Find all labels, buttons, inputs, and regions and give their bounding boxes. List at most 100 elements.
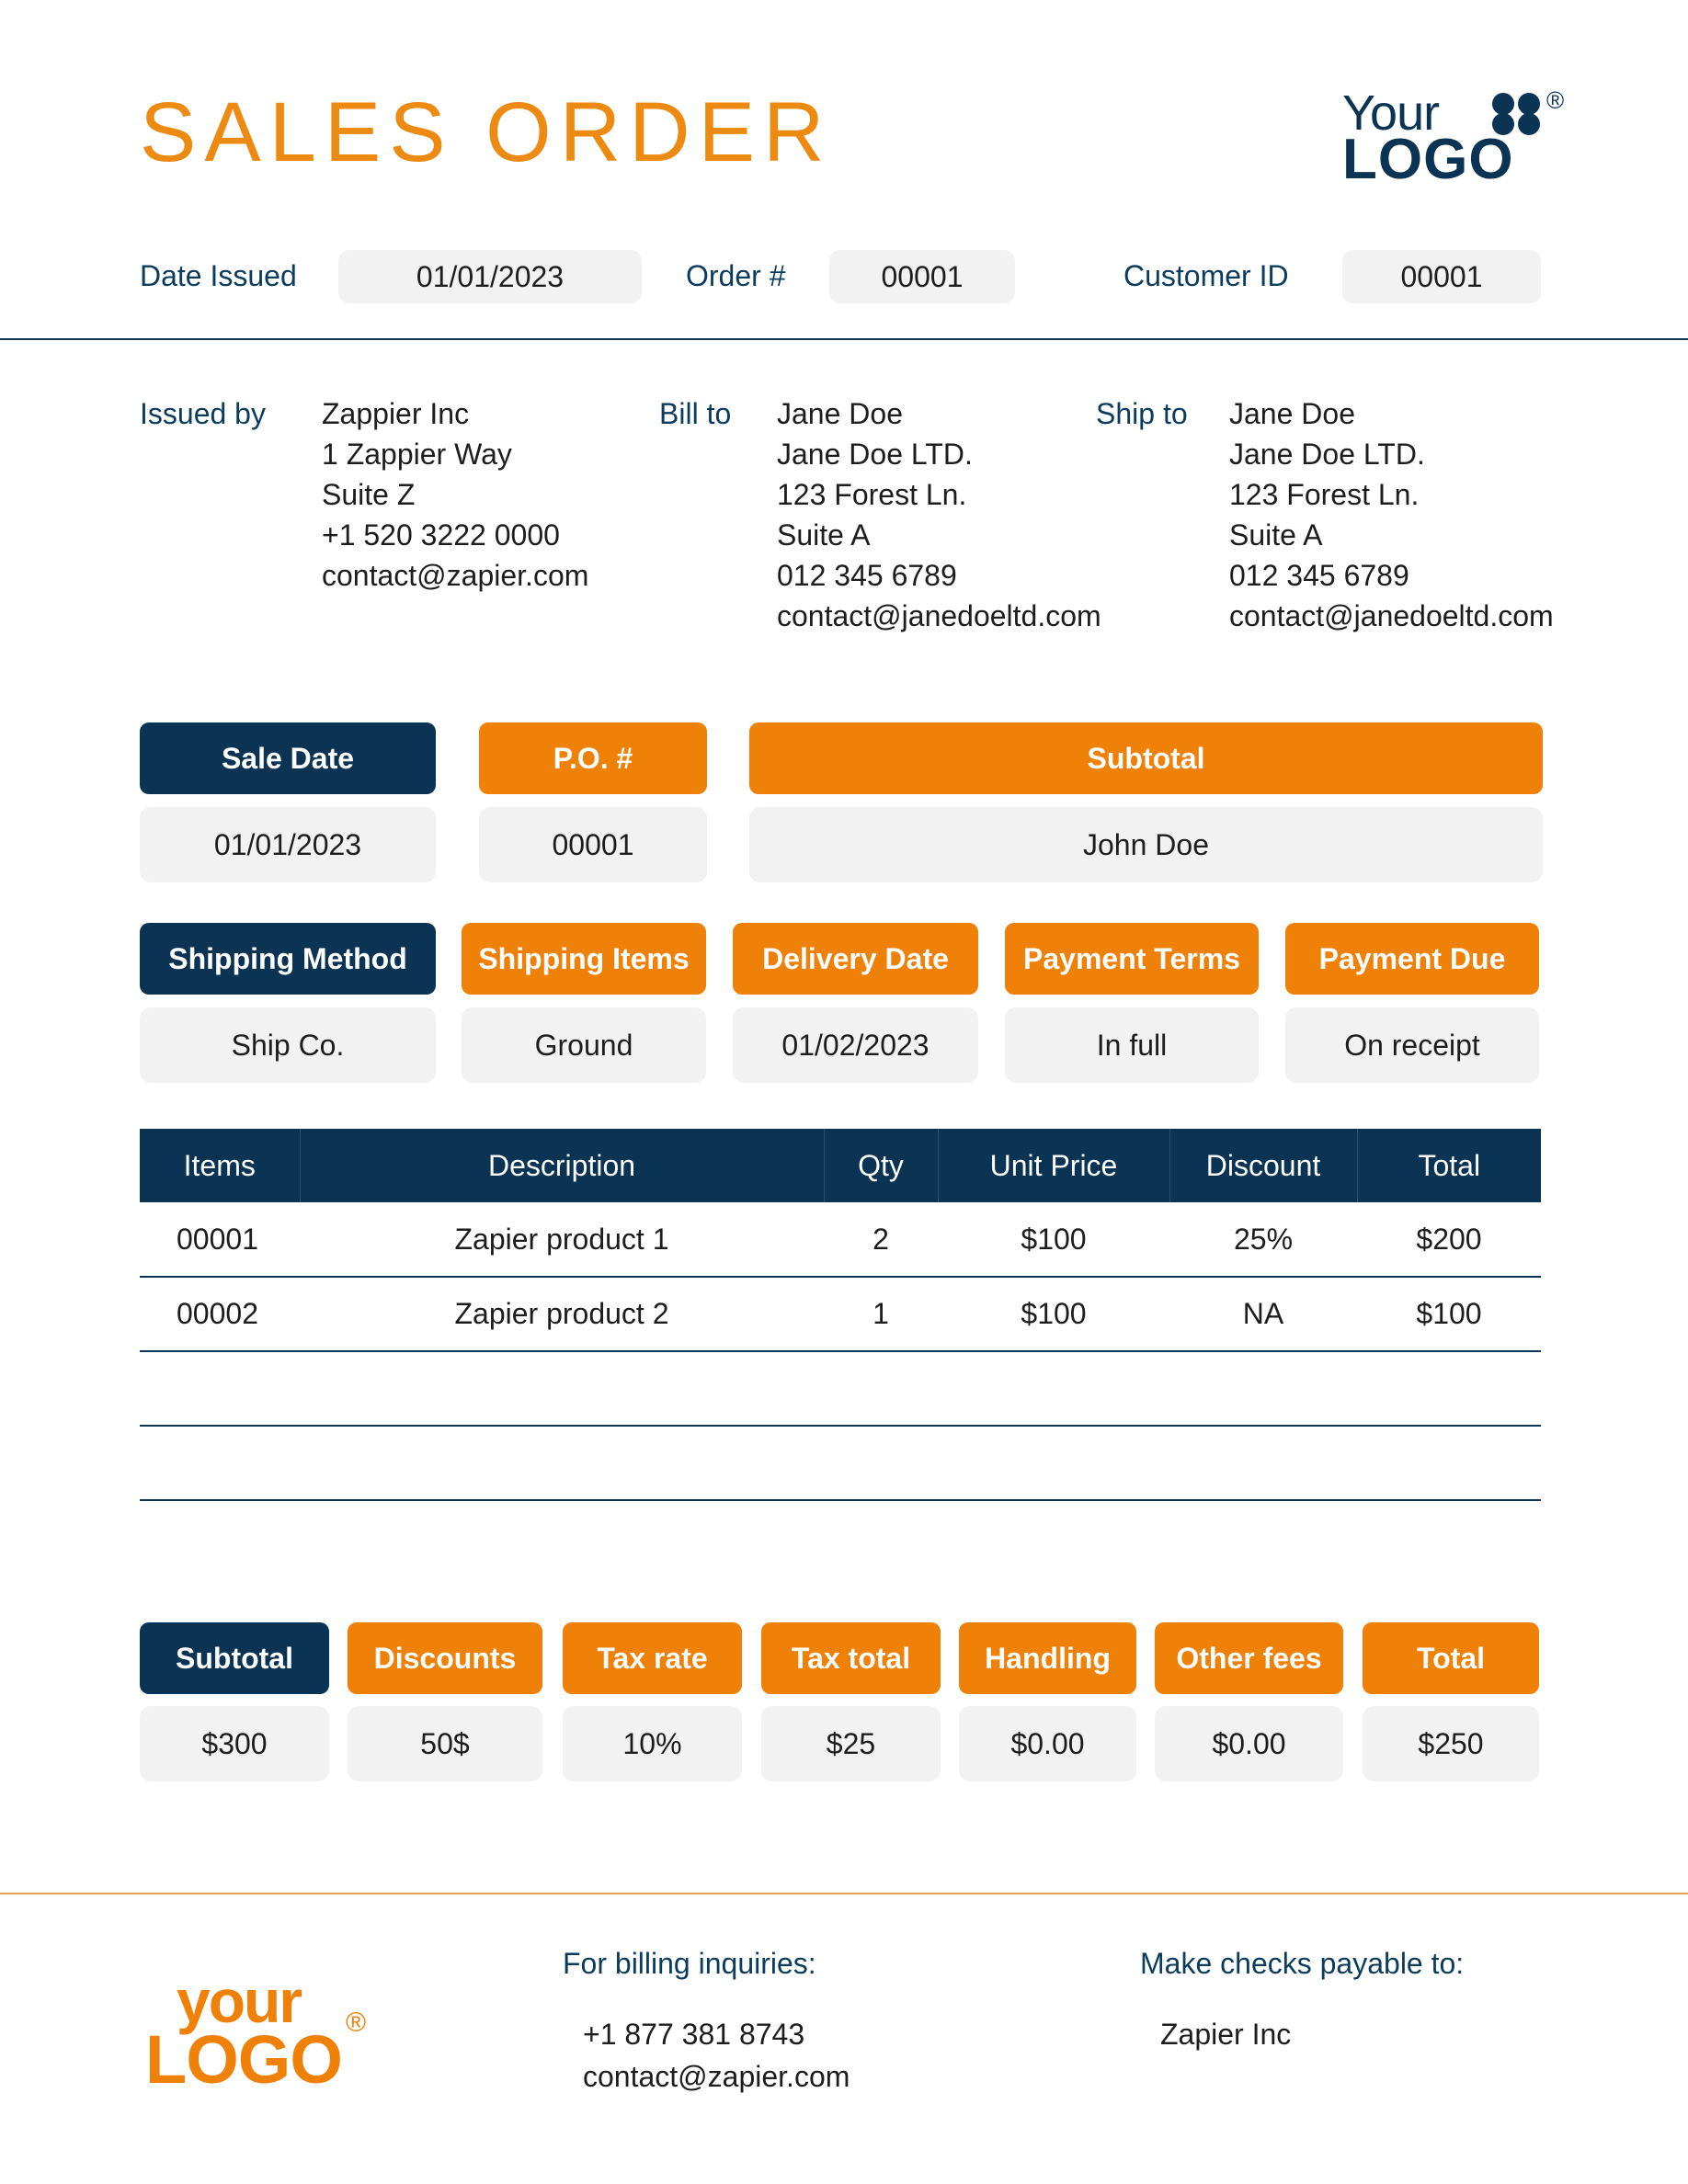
delivery-date-field[interactable]: 01/02/2023 xyxy=(733,1007,978,1083)
handling-header: Handling xyxy=(959,1622,1136,1694)
customer-id-label: Customer ID xyxy=(1123,258,1289,292)
logo-reg-mark: ® xyxy=(1546,86,1565,114)
cell-description: Zapier product 1 xyxy=(300,1202,824,1278)
customer-id-field[interactable]: 00001 xyxy=(1342,250,1541,303)
address-line: 123 Forest Ln. xyxy=(1229,478,1420,511)
payment-terms-header: Payment Terms xyxy=(1005,923,1259,995)
cell-discount xyxy=(1169,1426,1357,1501)
cell-unit-price: $100 xyxy=(938,1277,1169,1352)
cell-item: 00001 xyxy=(140,1202,300,1278)
address-line: Jane Doe xyxy=(777,397,903,430)
cell-total xyxy=(1357,1351,1541,1427)
cell-total: $100 xyxy=(1357,1277,1541,1352)
address-line: contact@zapier.com xyxy=(322,559,589,592)
address-line: Suite Z xyxy=(322,478,416,511)
header-divider xyxy=(0,338,1688,340)
payment-due-field[interactable]: On receipt xyxy=(1285,1007,1539,1083)
bill-to-address: Jane Doe Jane Doe LTD. 123 Forest Ln. Su… xyxy=(777,393,1101,636)
address-line: 1 Zappier Way xyxy=(322,438,512,471)
cell-discount: 25% xyxy=(1169,1202,1357,1278)
handling-field[interactable]: $0.00 xyxy=(959,1706,1136,1781)
table-row: 00001 Zapier product 1 2 $100 25% $200 xyxy=(140,1202,1541,1278)
address-line: 012 345 6789 xyxy=(777,559,957,592)
cell-qty xyxy=(824,1426,938,1501)
shipping-items-header: Shipping Items xyxy=(462,923,706,995)
cell-total xyxy=(1357,1426,1541,1501)
issued-by-label: Issued by xyxy=(140,396,266,430)
other-fees-field[interactable]: $0.00 xyxy=(1155,1706,1343,1781)
other-fees-header: Other fees xyxy=(1155,1622,1343,1694)
shipping-method-field[interactable]: Ship Co. xyxy=(140,1007,436,1083)
address-line: Jane Doe LTD. xyxy=(1229,438,1425,471)
column-header-qty: Qty xyxy=(823,1129,938,1202)
company-logo: Your ® LOGO xyxy=(1342,85,1572,191)
address-line: contact@janedoeltd.com xyxy=(777,599,1101,632)
cell-item xyxy=(140,1426,300,1501)
cell-discount: NA xyxy=(1169,1277,1357,1352)
footer-logo-text-bottom: LOGO xyxy=(145,2021,343,2098)
line-items-table: Items Description Qty Unit Price Discoun… xyxy=(140,1129,1541,1501)
subtotal-field[interactable]: John Doe xyxy=(749,807,1543,882)
po-number-field[interactable]: 00001 xyxy=(479,807,707,882)
ship-to-address: Jane Doe Jane Doe LTD. 123 Forest Ln. Su… xyxy=(1229,393,1554,636)
footer-divider xyxy=(0,1893,1688,1894)
grand-total-header: Total xyxy=(1363,1622,1539,1694)
cell-qty: 2 xyxy=(824,1202,938,1278)
date-issued-label: Date Issued xyxy=(140,258,297,292)
cell-description xyxy=(300,1426,824,1501)
issued-by-address: Zappier Inc 1 Zappier Way Suite Z +1 520… xyxy=(322,393,588,596)
cell-qty: 1 xyxy=(824,1277,938,1352)
column-header-items: Items xyxy=(140,1129,300,1202)
sale-date-field[interactable]: 01/01/2023 xyxy=(140,807,436,882)
table-header-row: Items Description Qty Unit Price Discoun… xyxy=(140,1129,1541,1202)
totals-subtotal-field[interactable]: $300 xyxy=(140,1706,329,1781)
billing-contact: +1 877 381 8743 contact@zapier.com xyxy=(583,2013,850,2098)
address-line: Suite A xyxy=(1229,518,1323,552)
address-line: 123 Forest Ln. xyxy=(777,478,967,511)
order-number-field[interactable]: 00001 xyxy=(829,250,1015,303)
totals-subtotal-header: Subtotal xyxy=(140,1622,329,1694)
payment-terms-field[interactable]: In full xyxy=(1005,1007,1259,1083)
address-line: +1 520 3222 0000 xyxy=(322,518,560,552)
column-header-description: Description xyxy=(299,1129,824,1202)
payment-due-header: Payment Due xyxy=(1285,923,1539,995)
page-title: SALES ORDER xyxy=(140,85,833,179)
cell-description xyxy=(300,1351,824,1427)
tax-rate-header: Tax rate xyxy=(563,1622,742,1694)
table-row: 00002 Zapier product 2 1 $100 NA $100 xyxy=(140,1277,1541,1352)
delivery-date-header: Delivery Date xyxy=(733,923,978,995)
ship-to-label: Ship to xyxy=(1096,396,1188,430)
table-row xyxy=(140,1351,1541,1427)
checks-payable-label: Make checks payable to: xyxy=(1140,1947,1465,1980)
billing-email[interactable]: contact@zapier.com xyxy=(583,2055,850,2098)
cell-discount xyxy=(1169,1351,1357,1427)
cell-item xyxy=(140,1351,300,1427)
subtotal-header: Subtotal xyxy=(749,722,1543,794)
shipping-items-field[interactable]: Ground xyxy=(462,1007,706,1083)
footer-logo: your LOGO ® xyxy=(145,1971,384,2098)
column-header-discount: Discount xyxy=(1169,1129,1357,1202)
cell-item: 00002 xyxy=(140,1277,300,1352)
column-header-total: Total xyxy=(1356,1129,1541,1202)
cell-total: $200 xyxy=(1357,1202,1541,1278)
address-line: Zappier Inc xyxy=(322,397,470,430)
column-header-unit-price: Unit Price xyxy=(937,1129,1169,1202)
po-number-header: P.O. # xyxy=(479,722,707,794)
billing-phone: +1 877 381 8743 xyxy=(583,2018,805,2051)
tax-total-header: Tax total xyxy=(761,1622,941,1694)
tax-rate-field[interactable]: 10% xyxy=(563,1706,742,1781)
address-line: Suite A xyxy=(777,518,871,552)
order-number-label: Order # xyxy=(686,258,786,292)
cell-unit-price xyxy=(938,1351,1169,1427)
date-issued-field[interactable]: 01/01/2023 xyxy=(338,250,642,303)
discounts-field[interactable]: 50$ xyxy=(348,1706,542,1781)
address-line: Jane Doe LTD. xyxy=(777,438,973,471)
cell-unit-price xyxy=(938,1426,1169,1501)
discounts-header: Discounts xyxy=(348,1622,542,1694)
address-line: Jane Doe xyxy=(1229,397,1355,430)
table-row xyxy=(140,1426,1541,1501)
grand-total-field[interactable]: $250 xyxy=(1363,1706,1539,1781)
sale-date-header: Sale Date xyxy=(140,722,436,794)
tax-total-field[interactable]: $25 xyxy=(761,1706,941,1781)
cell-unit-price: $100 xyxy=(938,1202,1169,1278)
